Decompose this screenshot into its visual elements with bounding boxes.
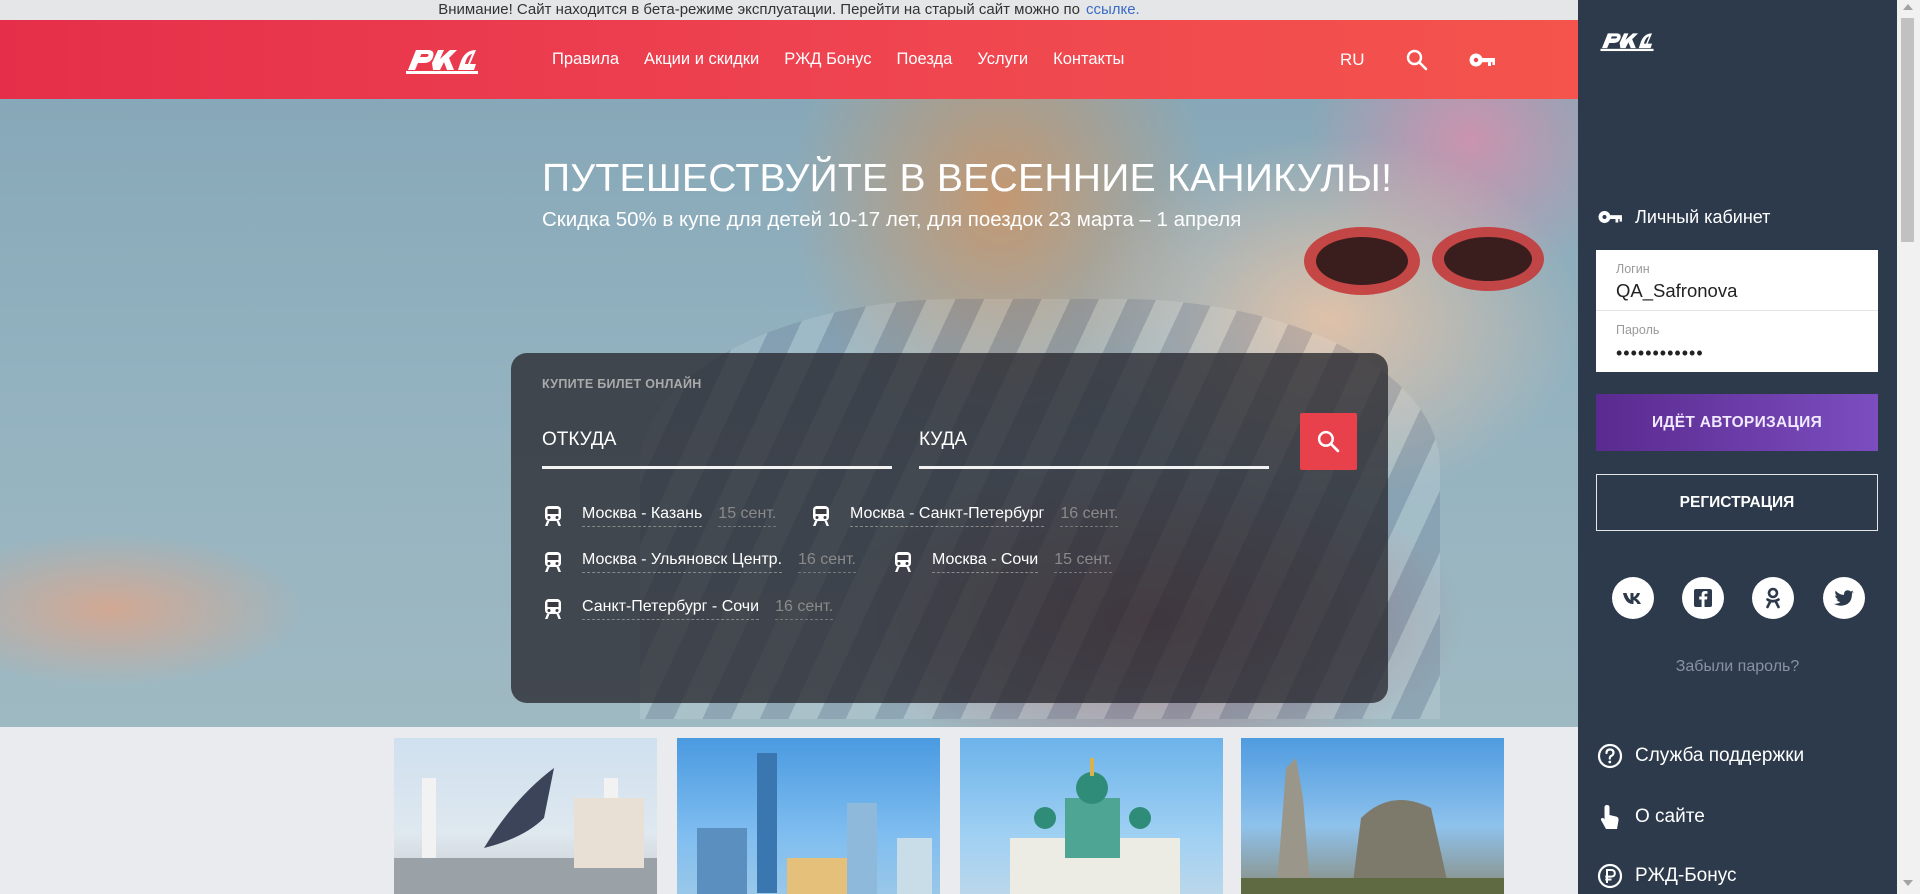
- login-button[interactable]: ИДЁТ АВТОРИЗАЦИЯ: [1596, 394, 1878, 451]
- city-photo-image: [1241, 758, 1504, 894]
- forgot-password-link[interactable]: Забыли пароль?: [1578, 658, 1897, 676]
- language-switch[interactable]: RU: [1340, 20, 1365, 99]
- destination-card[interactable]: [960, 738, 1223, 894]
- main-nav: Правила Акции и скидки РЖД Бонус Поезда …: [552, 20, 1149, 99]
- hero-photo-sunglasses: [1304, 227, 1544, 295]
- rzd-logo[interactable]: [1596, 26, 1658, 54]
- beta-banner: Внимание! Сайт находится в бета-режиме э…: [0, 0, 1578, 20]
- about-label: О сайте: [1635, 806, 1705, 827]
- password-value[interactable]: ••••••••••••: [1616, 343, 1704, 364]
- search-icon[interactable]: [1405, 48, 1429, 72]
- about-link[interactable]: О сайте: [1597, 803, 1705, 831]
- route-item[interactable]: Москва - Казань 15 сент.: [544, 505, 777, 527]
- ticket-search-panel: КУПИТЕ БИЛЕТ ОНЛАЙН ОТКУДА КУДА Москва -…: [511, 353, 1388, 703]
- search-icon: [1317, 430, 1340, 453]
- scrollbar-thumb[interactable]: [1901, 18, 1914, 242]
- support-link[interactable]: Служба поддержки: [1597, 743, 1804, 769]
- destination-card[interactable]: [1241, 738, 1504, 894]
- scroll-down-arrow-icon[interactable]: [1903, 880, 1913, 886]
- city-photo-image: [1010, 758, 1180, 894]
- route-item[interactable]: Москва - Санкт-Петербург 16 сент.: [812, 505, 1119, 527]
- destination-cards: [0, 727, 1578, 894]
- key-icon: [1598, 211, 1622, 223]
- ruble-circle-icon: [1597, 863, 1623, 889]
- nav-rzd-bonus[interactable]: РЖД Бонус: [784, 50, 871, 69]
- train-icon: [545, 506, 561, 526]
- rzd-logo[interactable]: [402, 40, 482, 78]
- twitter-icon[interactable]: [1823, 577, 1865, 619]
- login-label: Логин: [1616, 262, 1650, 276]
- key-icon[interactable]: [1468, 48, 1496, 72]
- route-name[interactable]: Москва - Сочи: [932, 551, 1039, 573]
- login-side-panel: Личный кабинет Логин QA_Safronova Пароль…: [1578, 0, 1897, 894]
- rzd-bonus-label: РЖД-Бонус: [1635, 865, 1737, 886]
- password-label: Пароль: [1616, 323, 1660, 337]
- help-circle-icon: [1597, 743, 1623, 769]
- route-name[interactable]: Москва - Казань: [582, 505, 703, 527]
- facebook-icon[interactable]: [1682, 577, 1724, 619]
- route-date: 16 сент.: [798, 551, 856, 573]
- train-icon: [545, 599, 561, 619]
- hero-subtitle: Скидка 50% в купе для детей 10-17 лет, д…: [542, 208, 1242, 231]
- from-placeholder: ОТКУДА: [542, 429, 617, 450]
- login-form: Логин QA_Safronova Пароль ••••••••••••: [1596, 250, 1878, 372]
- train-icon: [895, 552, 911, 572]
- destination-card[interactable]: [677, 738, 940, 894]
- hero-title: ПУТЕШЕСТВУЙТЕ В ВЕСЕННИЕ КАНИКУЛЫ!: [542, 157, 1393, 200]
- rzd-bonus-link[interactable]: РЖД-Бонус: [1597, 863, 1737, 889]
- route-item[interactable]: Санкт-Петербург - Сочи 16 сент.: [544, 598, 834, 620]
- personal-cabinet-label: Личный кабинет: [1635, 206, 1771, 227]
- old-site-link[interactable]: ссылке.: [1086, 1, 1140, 18]
- vk-icon[interactable]: [1612, 577, 1654, 619]
- destination-card[interactable]: [394, 738, 657, 894]
- to-field[interactable]: КУДА: [919, 413, 1269, 469]
- support-label: Служба поддержки: [1635, 745, 1805, 766]
- site-header: Правила Акции и скидки РЖД Бонус Поезда …: [0, 20, 1578, 99]
- login-field[interactable]: Логин QA_Safronova: [1596, 250, 1878, 311]
- train-icon: [545, 552, 561, 572]
- train-icon: [813, 506, 829, 526]
- pointer-hand-icon: [1600, 805, 1619, 829]
- city-photo-image: [394, 768, 657, 894]
- ticket-search-button[interactable]: [1300, 413, 1357, 470]
- nav-services[interactable]: Услуги: [977, 50, 1028, 69]
- to-placeholder: КУДА: [919, 429, 968, 450]
- route-date: 16 сент.: [1060, 505, 1119, 527]
- ticket-search-label: КУПИТЕ БИЛЕТ ОНЛАЙН: [542, 377, 702, 391]
- beta-banner-text: Внимание! Сайт находится в бета-режиме э…: [438, 1, 1080, 18]
- route-date: 15 сент.: [718, 505, 777, 527]
- city-photo-image: [697, 753, 932, 894]
- login-value[interactable]: QA_Safronova: [1616, 280, 1737, 302]
- nav-promotions[interactable]: Акции и скидки: [644, 50, 759, 69]
- nav-contacts[interactable]: Контакты: [1053, 50, 1124, 69]
- route-name[interactable]: Москва - Ульяновск Центр.: [582, 551, 783, 573]
- route-name[interactable]: Москва - Санкт-Петербург: [850, 505, 1045, 527]
- password-field[interactable]: Пароль ••••••••••••: [1596, 311, 1878, 372]
- odnoklassniki-icon[interactable]: [1752, 577, 1794, 619]
- page-scrollbar[interactable]: [1897, 0, 1920, 894]
- from-field[interactable]: ОТКУДА: [542, 413, 892, 469]
- register-button[interactable]: РЕГИСТРАЦИЯ: [1596, 474, 1878, 531]
- route-date: 15 сент.: [1054, 551, 1113, 573]
- nav-rules[interactable]: Правила: [552, 50, 619, 69]
- route-date: 16 сент.: [775, 598, 834, 620]
- route-name[interactable]: Санкт-Петербург - Сочи: [582, 598, 760, 620]
- route-item[interactable]: Москва - Сочи 15 сент.: [894, 551, 1113, 573]
- nav-trains[interactable]: Поезда: [897, 50, 953, 69]
- scroll-up-arrow-icon[interactable]: [1903, 4, 1913, 10]
- personal-cabinet-heading: Личный кабинет: [1597, 206, 1770, 228]
- route-item[interactable]: Москва - Ульяновск Центр. 16 сент.: [544, 551, 856, 573]
